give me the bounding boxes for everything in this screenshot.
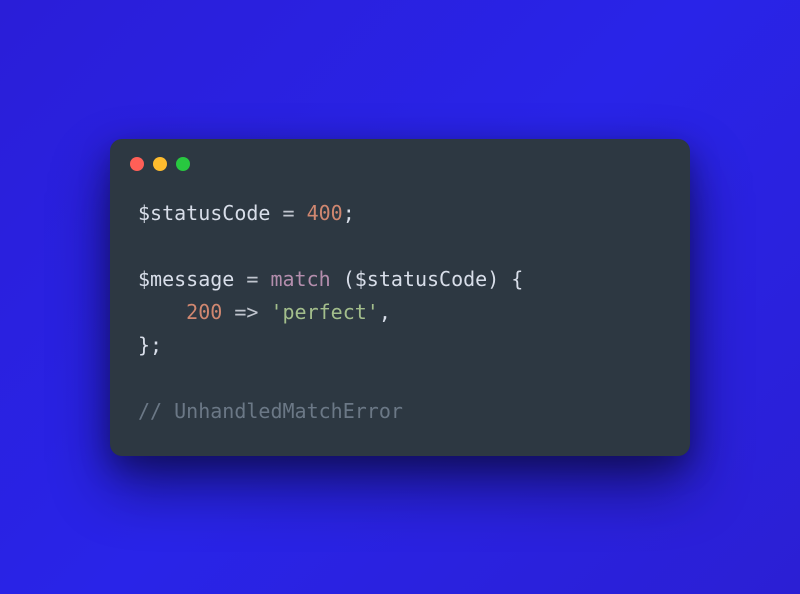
minimize-icon[interactable] — [153, 157, 167, 171]
code-punct: ) { — [487, 267, 523, 291]
code-operator: = — [234, 267, 270, 291]
code-variable: $message — [138, 267, 234, 291]
code-punct: ( — [331, 267, 355, 291]
window-titlebar — [110, 139, 690, 175]
code-number: 200 — [186, 300, 222, 324]
code-variable: $statusCode — [138, 201, 270, 225]
code-punct: }; — [138, 333, 162, 357]
code-operator: = — [270, 201, 306, 225]
code-punct: , — [379, 300, 391, 324]
code-operator: => — [222, 300, 270, 324]
code-editor: $statusCode = 400; $message = match ($st… — [110, 175, 690, 456]
code-comment: // UnhandledMatchError — [138, 399, 403, 423]
code-punct: ; — [343, 201, 355, 225]
code-string: 'perfect' — [270, 300, 378, 324]
code-window: $statusCode = 400; $message = match ($st… — [110, 139, 690, 456]
zoom-icon[interactable] — [176, 157, 190, 171]
code-number: 400 — [307, 201, 343, 225]
code-variable: $statusCode — [355, 267, 487, 291]
code-indent — [138, 300, 186, 324]
close-icon[interactable] — [130, 157, 144, 171]
code-keyword: match — [270, 267, 330, 291]
